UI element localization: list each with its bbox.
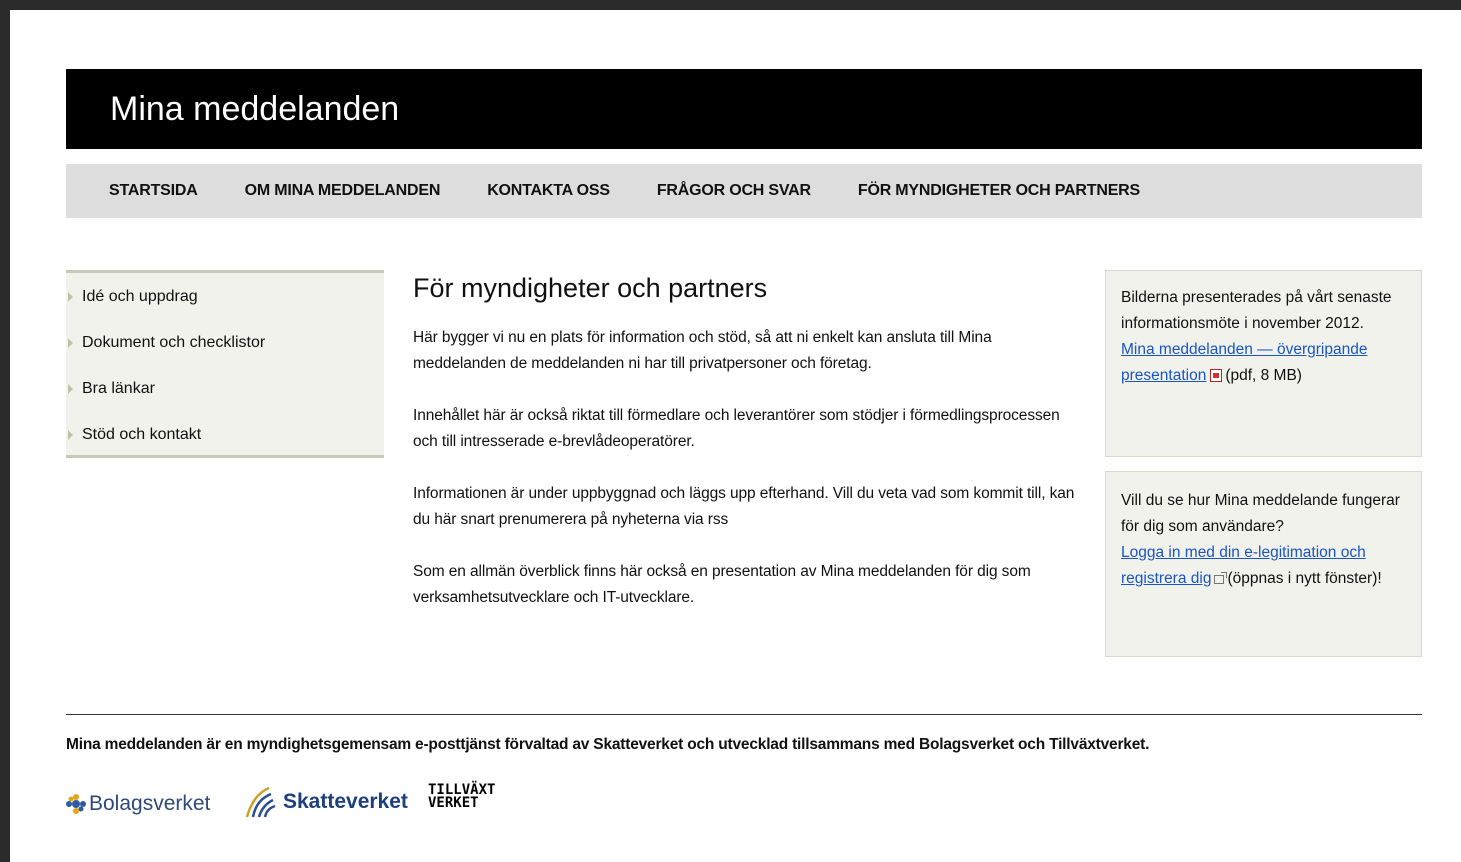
box-text: Bilderna presenterades på vårt senaste i… <box>1121 289 1392 332</box>
sidenav-item-stod-och-kontakt[interactable]: Stöd och kontakt <box>66 426 201 444</box>
masthead: Mina meddelanden <box>66 69 1422 149</box>
paragraph-intro: Här bygger vi nu en plats för informatio… <box>413 329 992 372</box>
arrow-icon <box>68 292 73 302</box>
sidenav-item-label: Idé och uppdrag <box>82 288 198 305</box>
page-heading: För myndigheter och partners <box>413 273 768 303</box>
paragraph-audience: Innehållet här är också riktat till förm… <box>413 407 1060 450</box>
paragraph-status: Informationen är under uppbyggnad och lä… <box>413 485 1075 528</box>
nav-om-mina-meddelanden[interactable]: OM MINA MEDDELANDEN <box>245 182 441 200</box>
nav-fragor-och-svar[interactable]: FRÅGOR OCH SVAR <box>657 182 811 200</box>
nav-for-myndigheter-och-partners[interactable]: FÖR MYNDIGHETER OCH PARTNERS <box>858 182 1140 200</box>
tillvaxtverket-wordmark: TILLVÄXT VERKET <box>428 782 496 811</box>
sidenav-item-bra-lankar[interactable]: Bra länkar <box>66 380 155 398</box>
skatteverket-emblem-icon <box>245 786 276 818</box>
site-title[interactable]: Mina meddelanden <box>110 89 399 129</box>
info-box-presentation: Bilderna presenterades på vårt senaste i… <box>1105 270 1422 457</box>
skatteverket-wordmark: Skatteverket <box>283 790 408 813</box>
main-content: För myndigheter och partners Här bygger … <box>413 272 1083 611</box>
arrow-icon <box>68 384 73 394</box>
bolagsverket-emblem-icon <box>66 794 86 814</box>
box-text: Vill du se hur Mina meddelande fungerar … <box>1121 492 1400 535</box>
footer-text: Mina meddelanden är en myndighetsgemensa… <box>66 736 1150 753</box>
sidenav-item-label: Bra länkar <box>82 380 155 397</box>
bolagsverket-wordmark: Bolagsverket <box>89 792 211 815</box>
sidenav-item-label: Stöd och kontakt <box>82 426 202 443</box>
skatteverket-logo[interactable]: Skatteverket <box>241 784 408 820</box>
file-info: (pdf, 8 MB) <box>1225 367 1302 384</box>
paragraph-overview: Som en allmän överblick finns här också … <box>413 563 1031 606</box>
nav-kontakta-oss[interactable]: KONTAKTA OSS <box>487 182 610 200</box>
bolagsverket-logo[interactable]: Bolagsverket <box>66 792 210 816</box>
external-link-icon <box>1214 572 1228 584</box>
tillvaxtverket-logo[interactable]: TILLVÄXT VERKET <box>428 782 496 811</box>
side-navigation: Idé och uppdrag Dokument och checklistor… <box>66 270 384 458</box>
sidenav-item-ide-och-uppdrag[interactable]: Idé och uppdrag <box>66 288 198 306</box>
pdf-icon <box>1210 369 1223 382</box>
new-window-note: (öppnas i nytt fönster)! <box>1227 570 1382 587</box>
info-box-login: Vill du se hur Mina meddelande fungerar … <box>1105 471 1422 657</box>
arrow-icon <box>68 338 73 348</box>
sidenav-item-label: Dokument och checklistor <box>82 334 266 351</box>
nav-startsida[interactable]: STARTSIDA <box>109 182 198 200</box>
top-navigation: STARTSIDA OM MINA MEDDELANDEN KONTAKTA O… <box>66 164 1422 218</box>
sidenav-item-dokument-och-checklistor[interactable]: Dokument och checklistor <box>66 334 265 352</box>
page: Mina meddelanden STARTSIDA OM MINA MEDDE… <box>10 10 1461 862</box>
arrow-icon <box>68 430 73 440</box>
footer-divider <box>66 714 1422 715</box>
